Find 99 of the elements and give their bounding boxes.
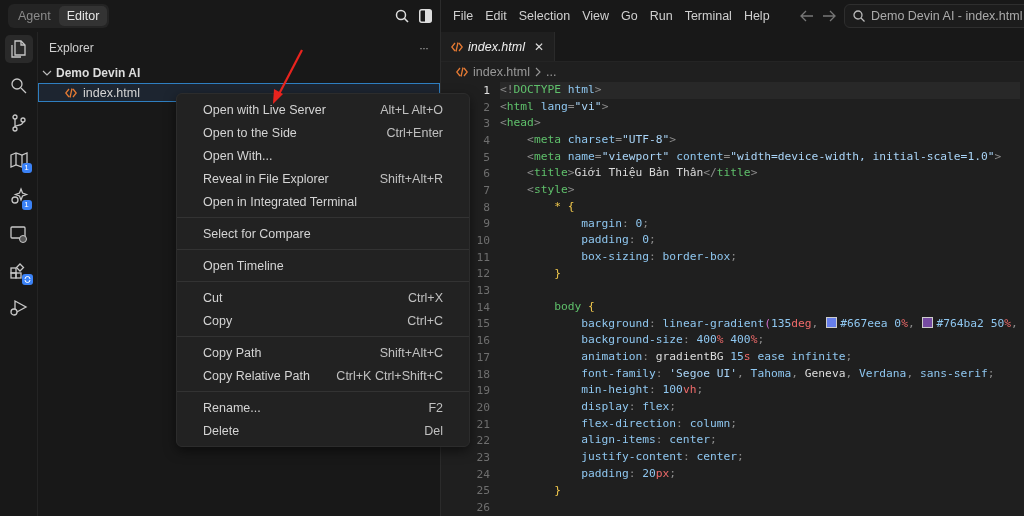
search-icon[interactable]: [395, 9, 409, 23]
line-number: 3: [482, 117, 491, 131]
code-line: align-items: center;: [580, 432, 717, 449]
code-line: <head>: [500, 115, 541, 132]
map-icon: [8, 150, 29, 170]
line-number: 19: [475, 384, 491, 398]
back-arrow-icon: [800, 10, 814, 22]
line-number: 7: [482, 183, 491, 197]
code-line: <title>Giới Thiệu Bản Thân</title>: [526, 165, 758, 182]
chevron-icon: [535, 67, 541, 77]
menu-item[interactable]: Selection: [512, 9, 577, 23]
line-number: 10: [475, 234, 491, 248]
sparkle-icon: [8, 187, 29, 207]
line-number: 5: [482, 150, 491, 164]
code-line: background: linear-gradient(135deg, #667eea 0%, #764ba2 50%,: [580, 315, 1018, 332]
line-number: 16: [475, 334, 491, 348]
code-line: animation: gradientBG 15s ease infinite;: [580, 349, 853, 365]
code-line: font-family: 'Segoe UI', Tahoma, Geneva, Verdana, sans-serif;: [580, 365, 995, 382]
menu-option[interactable]: Select for Compare: [177, 222, 469, 245]
code-line: display: flex;: [580, 399, 677, 416]
monitor-icon: [8, 224, 29, 244]
line-number: 1: [482, 83, 491, 97]
mode-tab[interactable]: Agent: [10, 6, 59, 26]
menu-item[interactable]: Go: [615, 9, 644, 23]
breadcrumb-item[interactable]: index.html: [473, 65, 530, 79]
code-line: margin: 0;: [580, 215, 650, 232]
menu-option[interactable]: Open Timeline: [177, 254, 469, 277]
close-icon[interactable]: ✕: [534, 39, 544, 54]
files-icon: [8, 39, 29, 59]
menu-option[interactable]: Cut Ctrl+X: [177, 286, 469, 309]
line-number: 4: [482, 133, 491, 147]
menu-option[interactable]: Copy Relative Path Ctrl+K Ctrl+Shift+C: [177, 364, 469, 387]
code-line: * {: [553, 198, 575, 215]
breadcrumb-item[interactable]: ...: [546, 65, 557, 79]
line-number: 18: [475, 367, 491, 381]
code-line: justify-content: center;: [580, 449, 744, 466]
code-line: <meta charset="UTF-8">: [526, 132, 677, 149]
line-number: 14: [475, 300, 491, 314]
code-line: min-height: 100vh;: [580, 382, 704, 399]
line-number: 22: [475, 434, 491, 448]
menu-option[interactable]: Copy Path Shift+Alt+C: [177, 341, 469, 364]
command-center-field[interactable]: Demo Devin AI - index.html: [844, 4, 1024, 28]
line-number: 21: [475, 417, 491, 431]
line-number: 26: [475, 501, 491, 515]
code-line: <html lang="vi">: [500, 98, 609, 115]
menu-option[interactable]: Copy Ctrl+C: [177, 309, 469, 332]
line-number: 8: [482, 200, 491, 214]
code-line: background-size: 400% 400%;: [580, 332, 765, 349]
code-line: flex-direction: column;: [580, 415, 738, 432]
folder-item[interactable]: Demo Devin AI: [38, 63, 440, 83]
menu-option[interactable]: Delete Del: [177, 419, 469, 442]
more-actions-button[interactable]: ···: [419, 41, 428, 55]
line-number: 11: [475, 250, 491, 264]
code-line: }: [553, 482, 561, 499]
code-file-icon: [451, 41, 463, 52]
line-number: 6: [482, 167, 491, 181]
code-line: <style>: [526, 182, 575, 199]
document-tab[interactable]: index.html ✕: [441, 32, 555, 61]
code-file-icon: [65, 87, 77, 98]
code-line: padding: 20px;: [580, 465, 677, 482]
count-badge: 1: [21, 200, 32, 210]
line-number: 25: [475, 484, 491, 498]
menu-option[interactable]: Open in Integrated Terminal: [177, 190, 469, 213]
menu-option[interactable]: Open With...: [177, 144, 469, 167]
line-number: 2: [482, 100, 491, 114]
activity-button[interactable]: 1: [4, 183, 33, 211]
code-line: }: [553, 265, 561, 282]
code-file-icon: [456, 67, 468, 77]
menu-item[interactable]: Help: [737, 9, 776, 23]
code-line: <meta name="viewport" content="width=device-width, initial-scale=1.0">: [526, 148, 1002, 165]
line-number: 20: [475, 400, 491, 414]
activity-button[interactable]: [4, 35, 33, 63]
line-number: 23: [475, 450, 491, 464]
panel-toggle-icon[interactable]: [419, 9, 432, 23]
search-icon: [8, 76, 29, 96]
line-number: 13: [475, 284, 491, 298]
line-number: 15: [475, 317, 491, 331]
line-number: 12: [475, 267, 491, 281]
menu-item[interactable]: File: [447, 9, 480, 23]
line-number: 24: [475, 467, 491, 481]
code-line: padding: 0;: [580, 232, 656, 249]
menu-option[interactable]: Rename... F2: [177, 396, 469, 419]
search-icon: [853, 10, 865, 22]
menu-option[interactable]: Open to the Side Ctrl+Enter: [177, 121, 469, 144]
count-badge: 1: [21, 163, 32, 173]
code-line: body {: [553, 298, 595, 315]
menu-item[interactable]: Run: [643, 9, 679, 23]
explorer-title: Explorer: [49, 41, 94, 55]
line-number: 17: [475, 350, 491, 364]
forward-arrow-icon: [822, 10, 836, 22]
activity-button[interactable]: 1: [4, 146, 33, 174]
menu-item[interactable]: View: [576, 9, 615, 23]
run-debug-icon: [8, 298, 29, 318]
mode-tab[interactable]: Editor: [58, 6, 108, 26]
menu-item[interactable]: Edit: [479, 9, 513, 23]
menu-option[interactable]: Reveal in File Explorer Shift+Alt+R: [177, 167, 469, 190]
line-number: 9: [482, 217, 491, 231]
code-line: box-sizing: border-box;: [580, 248, 738, 265]
menu-item[interactable]: Terminal: [678, 9, 738, 23]
